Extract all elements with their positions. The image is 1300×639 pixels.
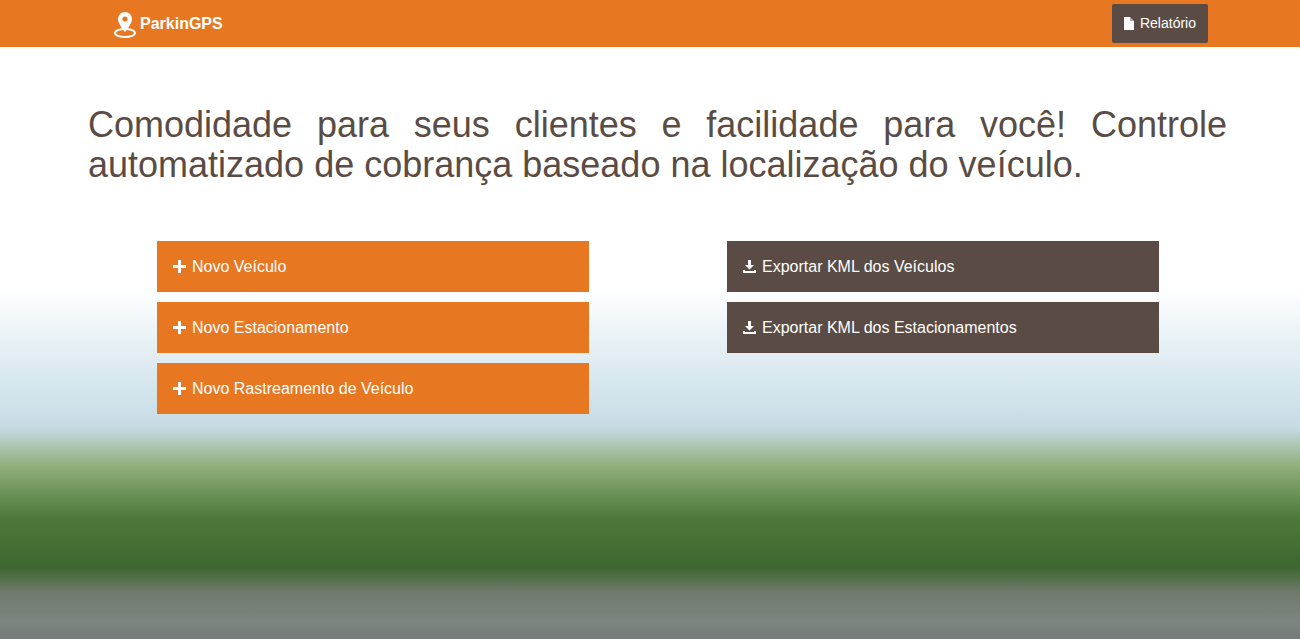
location-pin-icon xyxy=(113,10,137,38)
brand-logo[interactable]: ParkinGPS xyxy=(113,10,223,38)
report-button[interactable]: Relatório xyxy=(1112,4,1208,43)
add-button[interactable]: Novo Rastreamento de Veículo xyxy=(157,363,589,414)
hero-section: Comodidade para seus clientes e facilida… xyxy=(0,47,1300,639)
button-label: Novo Rastreamento de Veículo xyxy=(192,377,413,401)
download-icon xyxy=(743,260,756,273)
download-icon xyxy=(743,321,756,334)
add-button[interactable]: Novo Veículo xyxy=(157,241,589,292)
button-label: Exportar KML dos Veículos xyxy=(762,255,954,279)
export-button[interactable]: Exportar KML dos Estacionamentos xyxy=(727,302,1159,353)
export-button[interactable]: Exportar KML dos Veículos xyxy=(727,241,1159,292)
top-navbar: ParkinGPS Relatório xyxy=(0,0,1300,47)
plus-icon xyxy=(173,382,186,395)
headline: Comodidade para seus clientes e facilida… xyxy=(88,47,1227,185)
file-icon xyxy=(1124,17,1134,30)
button-label: Exportar KML dos Estacionamentos xyxy=(762,316,1017,340)
button-label: Novo Estacionamento xyxy=(192,316,349,340)
button-label: Novo Veículo xyxy=(192,255,286,279)
plus-icon xyxy=(173,321,186,334)
plus-icon xyxy=(173,260,186,273)
add-button[interactable]: Novo Estacionamento xyxy=(157,302,589,353)
